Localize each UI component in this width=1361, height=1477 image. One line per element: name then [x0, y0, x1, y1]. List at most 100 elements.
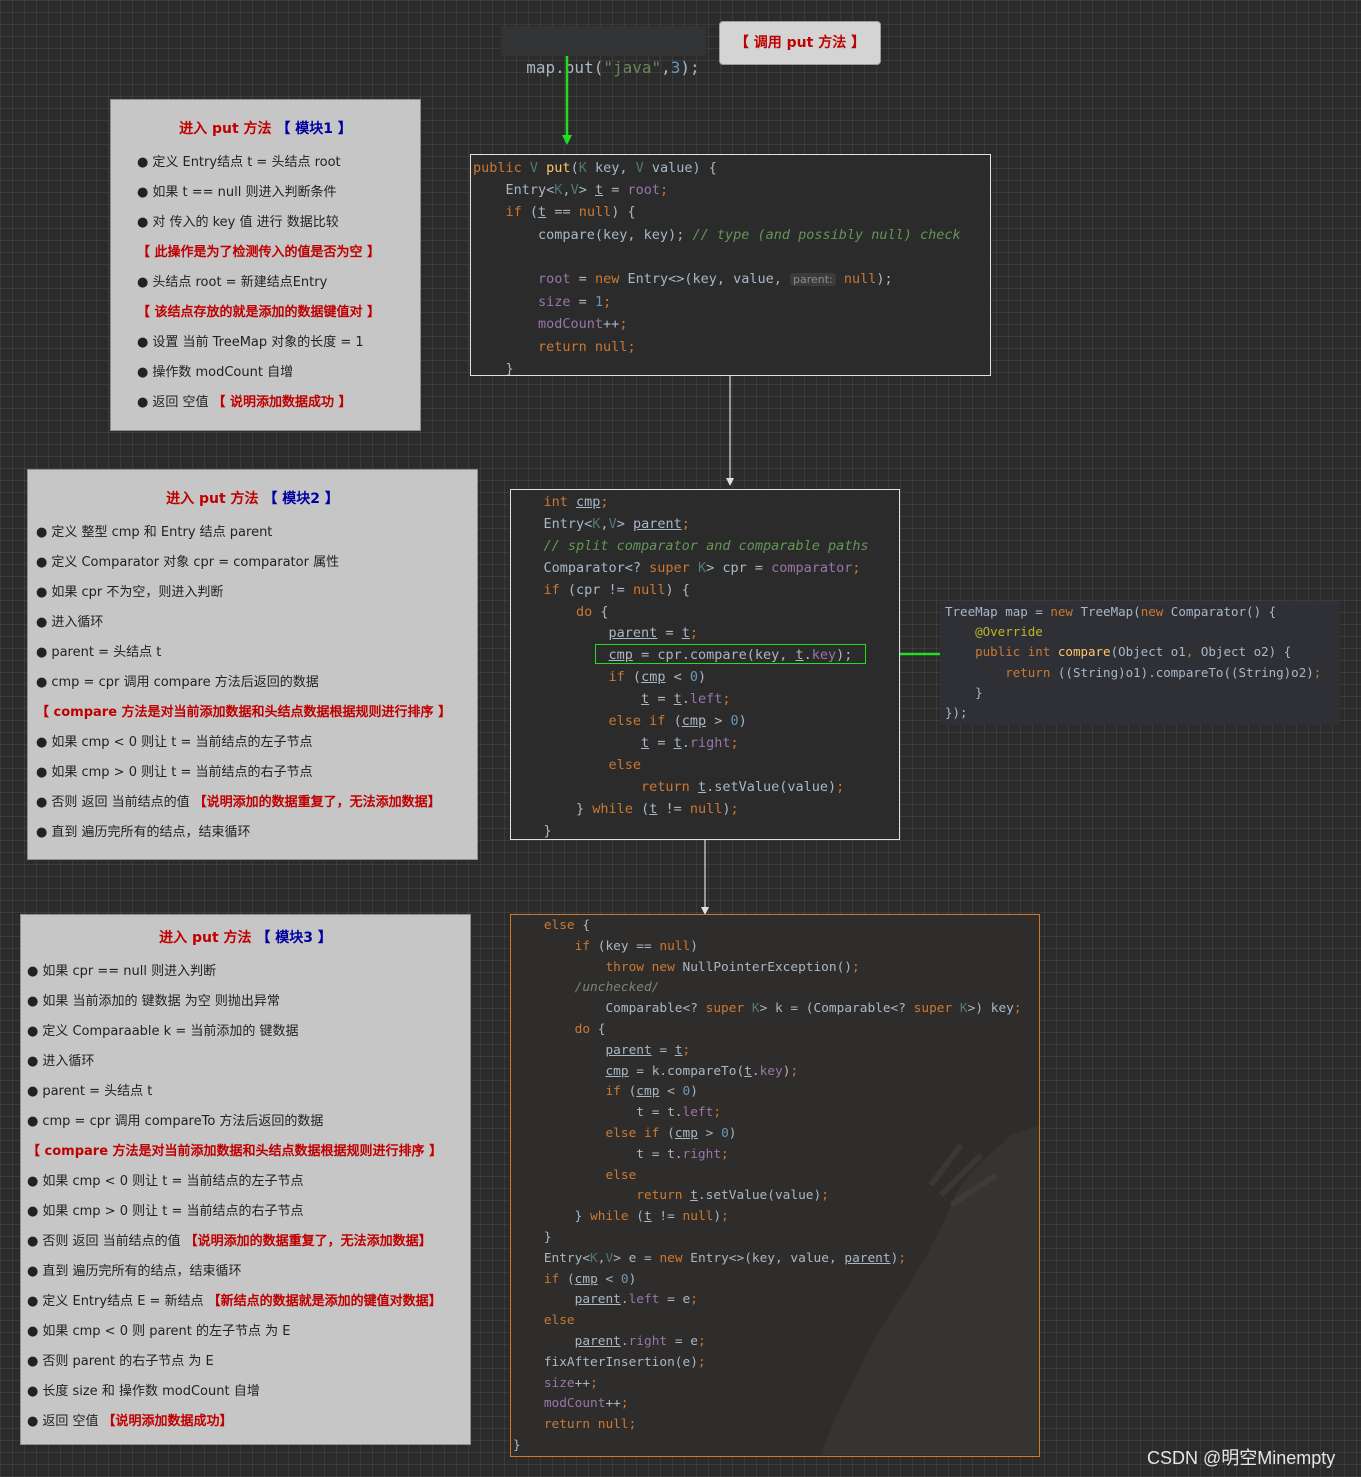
note1-item: 【 此操作是为了检测传入的值是否为空 】: [137, 238, 420, 268]
code-token: ): [628, 1271, 637, 1287]
code-token: (key ==: [597, 938, 660, 954]
code-token: >: [697, 1125, 722, 1141]
bullet-icon: ●: [27, 1324, 39, 1339]
module1-title-tag: 【 模块1 】: [276, 121, 352, 137]
code-token: null: [659, 938, 691, 954]
note3-item-text: 如果 cmp < 0 则让 t = 当前结点的左子节点: [42, 1174, 304, 1189]
code-token: ;: [620, 1396, 629, 1412]
code-token: null: [835, 271, 877, 288]
bullet-icon: ●: [137, 365, 149, 380]
note1-item-text: 操作数 modCount 自增: [152, 365, 294, 380]
code-token: ,: [600, 515, 609, 532]
code-token: compare(key, key);: [473, 226, 693, 243]
code-token: K: [697, 559, 707, 576]
code-token: ;: [730, 800, 739, 817]
code-token: ): [738, 713, 747, 730]
code-token: t: [681, 625, 690, 642]
code-token: .setValue(value): [706, 778, 837, 795]
module2-title-tag: 【 模块2 】: [263, 491, 339, 507]
code-token: parent:: [790, 273, 836, 287]
code-token: > cpr =: [706, 559, 772, 576]
code-token: t = t.: [636, 1146, 683, 1162]
note3-item: ● 否则 parent 的右子节点 为 E: [27, 1347, 470, 1377]
note1-item-text: 【 此操作是为了检测传入的值是否为空 】: [137, 245, 381, 260]
code-token: =: [570, 271, 595, 288]
bullet-icon: ●: [27, 1294, 39, 1309]
code-token: cmp: [574, 1271, 598, 1287]
bullet-icon: ●: [137, 155, 149, 170]
code-line: Entry<K,V> e = new Entry<>(key, value, p…: [513, 1249, 1039, 1270]
code-token: ;: [590, 1375, 598, 1391]
module1-list: ● 定义 Entry结点 t = 头结点 root ● 如果 t == null 则进…: [137, 148, 420, 418]
code-token: root: [473, 271, 571, 288]
module2-title: 进入 put 方法 【 模块2 】: [28, 488, 477, 508]
note3-item: ● 长度 size 和 操作数 modCount 自增: [27, 1377, 470, 1407]
note3-item: ● 如果 cpr == null 则进入判断: [27, 957, 470, 987]
note1-item-note: 【 说明添加数据成功 】: [212, 395, 352, 410]
note1-item: ● 定义 Entry结点 t = 头结点 root: [137, 148, 420, 178]
note3-item-text: 如果 cmp > 0 则让 t = 当前结点的右子节点: [42, 1204, 304, 1219]
bullet-icon: ●: [27, 1054, 39, 1069]
code-token: throw new: [513, 959, 683, 975]
code-token: if: [513, 1271, 567, 1287]
note2-item-text: 进入循环: [51, 615, 104, 630]
code-line: else: [513, 1311, 1039, 1332]
bullet-icon: ●: [27, 1174, 39, 1189]
code-line: parent.right = e;: [513, 1332, 1039, 1353]
note2-item-text: 直到 遍历完所有的结点，结束循环: [51, 825, 251, 840]
code-token: ,: [562, 182, 571, 199]
code-line: } while (t != null);: [511, 799, 899, 821]
code-token: ;: [713, 1105, 722, 1121]
code-token: parent: [574, 1333, 621, 1349]
module3-title-main: 进入 put 方法: [159, 930, 252, 946]
code-line: Entry<K,V> parent;: [511, 514, 899, 536]
code-line: else if (cmp > 0): [513, 1124, 1039, 1145]
note3-item-text: 定义 Entry结点 E = 新结点: [42, 1294, 204, 1309]
bullet-icon: ●: [27, 994, 39, 1009]
note3-item-text: 长度 size 和 操作数 modCount 自增: [42, 1384, 260, 1399]
module3-note: 进入 put 方法 【 模块3 】 ● 如果 cpr == null 则进入判断 ●…: [20, 914, 471, 1445]
code-line: fixAfterInsertion(e);: [513, 1353, 1039, 1374]
code-token: ;: [603, 294, 612, 311]
code-token: });: [945, 705, 968, 721]
code-token: return null: [473, 338, 628, 355]
note3-item: ● 直到 遍历完所有的结点，结束循环: [27, 1257, 470, 1287]
code-line: do {: [513, 1020, 1039, 1041]
code-line: }: [945, 683, 1340, 703]
note3-item-text: 【 compare 方法是对当前添加数据和头结点数据根据规则进行排序 】: [27, 1144, 443, 1159]
code-token: =: [603, 182, 628, 199]
code-token: put: [546, 160, 571, 176]
code-token: ): [722, 800, 731, 817]
note2-item: ● 如果 cmp < 0 则让 t = 当前结点的左子节点: [36, 728, 477, 758]
code-token: t: [641, 734, 650, 751]
code-line: t = t.right;: [511, 733, 899, 755]
bullet-icon: ●: [36, 675, 48, 690]
code-token: = e: [659, 1292, 691, 1308]
note1-item: 【 该结点存放的就是添加的数据键值对 】: [137, 298, 420, 328]
code-token: public: [473, 160, 530, 176]
code-token: ;: [681, 515, 690, 532]
note3-item: ● 如果 当前添加的 键数据 为空 则抛出异常: [27, 987, 470, 1017]
code-token: ;: [619, 316, 628, 333]
code-token: ==: [546, 204, 579, 221]
code-token: int: [511, 494, 577, 510]
code-token: 1: [594, 294, 604, 311]
code-token: parent: [608, 625, 658, 642]
code-token: = e: [667, 1333, 698, 1349]
note3-item-text: 否则 返回 当前结点的值: [42, 1234, 181, 1249]
code-token: ): [690, 938, 698, 954]
bullet-icon: ●: [36, 525, 48, 540]
code-token: t: [744, 1063, 752, 1079]
note1-item-text: 对 传入的 key 值 进行 数据比较: [152, 215, 339, 230]
note2-item-text: 如果 cpr 不为空，则进入判断: [51, 585, 224, 600]
code-token: modCount: [513, 1396, 606, 1412]
watermark-text: CSDN @明空Minempty: [1147, 1448, 1336, 1468]
note1-item: ● 设置 当前 TreeMap 对象的长度 = 1: [137, 328, 420, 358]
code-token: K: [578, 160, 595, 176]
note3-item: ● 进入循环: [27, 1047, 470, 1077]
note3-item: ● cmp = cpr 调用 compareTo 方法后返回的数据: [27, 1107, 470, 1137]
code-line: if (cmp < 0): [513, 1270, 1039, 1291]
code-line: return t.setValue(value);: [511, 777, 899, 799]
